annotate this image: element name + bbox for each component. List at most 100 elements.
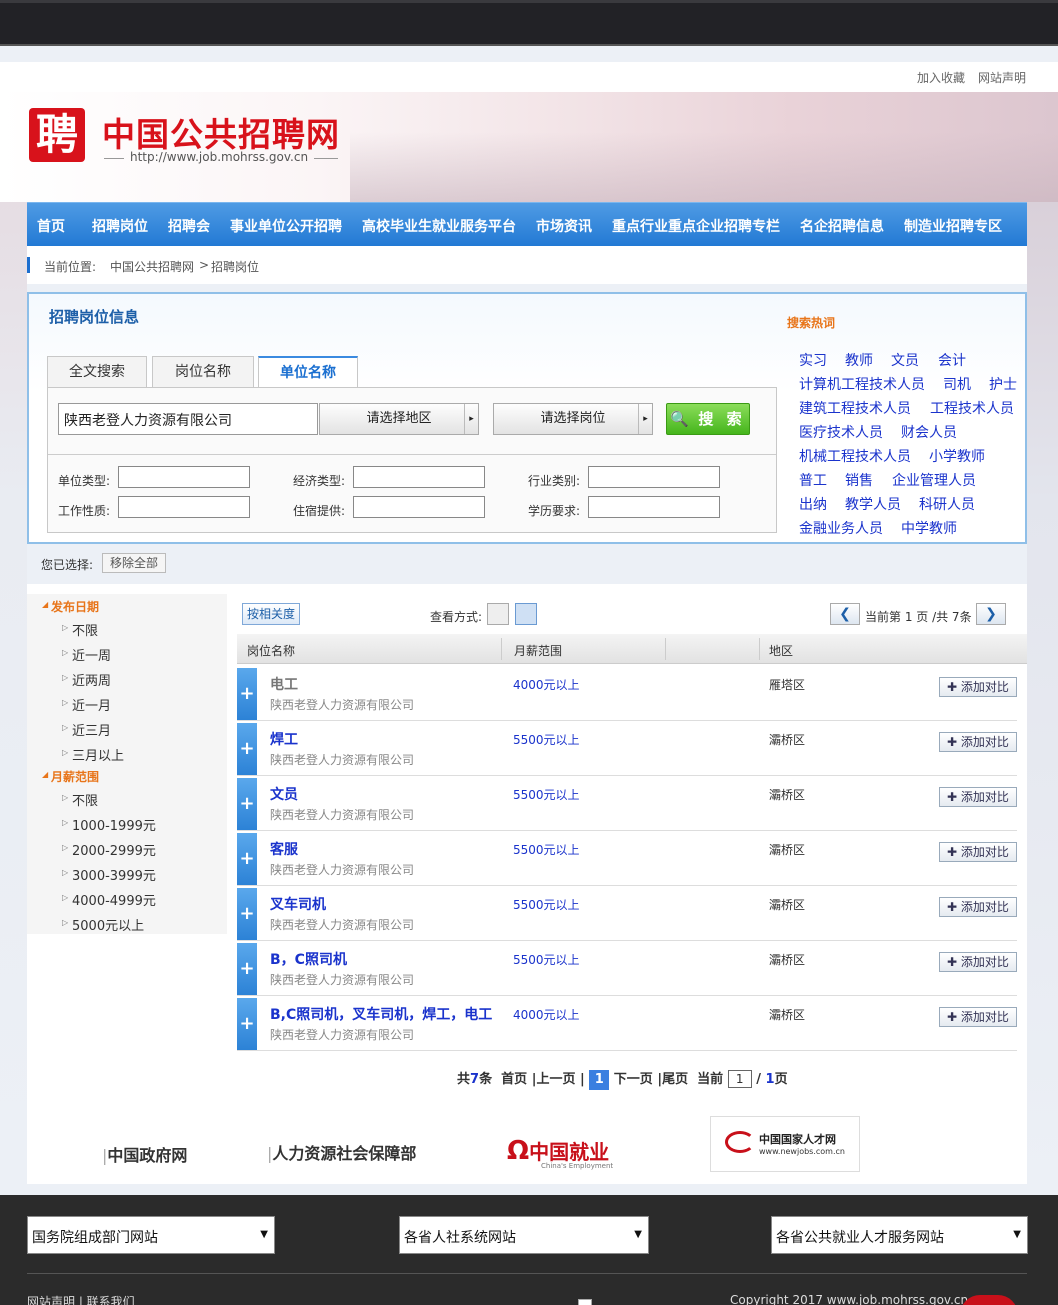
pager-last-link[interactable]: 尾页: [662, 1072, 688, 1087]
detail-view-icon[interactable]: [515, 603, 537, 625]
expand-plus-icon[interactable]: +: [237, 888, 257, 940]
hot-word[interactable]: 财会人员: [901, 422, 957, 442]
region-select-button[interactable]: 请选择地区 ▸: [319, 403, 479, 435]
filter-salary-item[interactable]: ▷ 3000-3999元: [62, 865, 156, 884]
hot-word[interactable]: 护士: [989, 374, 1017, 394]
filter-date-item[interactable]: ▷ 近三月: [62, 720, 111, 739]
job-title-link[interactable]: B，C照司机: [270, 949, 347, 969]
nav-item-manufacturing[interactable]: 制造业招聘专区: [904, 216, 1002, 236]
job-title-link[interactable]: B,C照司机，叉车司机，焊工，电工: [270, 1004, 492, 1024]
expand-plus-icon[interactable]: +: [237, 943, 257, 995]
provincial-hr-sites-select[interactable]: 各省人社系统网站 ▼: [399, 1216, 649, 1254]
filter-date-title[interactable]: ◢ 发布日期: [42, 598, 99, 615]
hot-word[interactable]: 销售: [845, 470, 873, 490]
filter-date-item[interactable]: ▷ 三月以上: [62, 745, 124, 764]
hot-word[interactable]: 出纳: [799, 494, 827, 514]
add-compare-button[interactable]: ✚ 添加对比: [939, 897, 1017, 917]
hot-word[interactable]: 机械工程技术人员: [799, 446, 911, 466]
hot-word[interactable]: 金融业务人员: [799, 518, 883, 538]
hot-word[interactable]: 医疗技术人员: [799, 422, 883, 442]
nav-item-job-fairs[interactable]: 招聘会: [168, 216, 210, 236]
footer-links[interactable]: 网站声明 | 联系我们: [27, 1293, 135, 1305]
housing-field[interactable]: [353, 496, 485, 518]
hot-word[interactable]: 科研人员: [919, 494, 975, 514]
nav-item-home[interactable]: 首页: [37, 216, 65, 236]
provincial-talent-sites-select[interactable]: 各省公共就业人才服务网站 ▼: [771, 1216, 1028, 1254]
hot-word[interactable]: 教师: [845, 350, 873, 370]
link-gov-cn[interactable]: |中国政府网: [102, 1142, 187, 1166]
nav-item-graduates[interactable]: 高校毕业生就业服务平台: [362, 216, 516, 236]
expand-plus-icon[interactable]: +: [237, 668, 257, 720]
list-view-icon[interactable]: [487, 603, 509, 625]
education-field[interactable]: [588, 496, 720, 518]
tab-job-name[interactable]: 岗位名称: [152, 356, 254, 388]
add-compare-button[interactable]: ✚ 添加对比: [939, 952, 1017, 972]
add-compare-button[interactable]: ✚ 添加对比: [939, 787, 1017, 807]
hot-word[interactable]: 普工: [799, 470, 827, 490]
sort-relevance-button[interactable]: 按相关度: [242, 603, 300, 625]
nav-item-famous-companies[interactable]: 名企招聘信息: [800, 216, 884, 236]
expand-plus-icon[interactable]: +: [237, 723, 257, 775]
filter-salary-item[interactable]: ▷ 不限: [62, 790, 98, 809]
hot-word[interactable]: 司机: [943, 374, 971, 394]
logo-icon[interactable]: 聘: [29, 108, 85, 162]
filter-salary-title[interactable]: ◢ 月薪范围: [42, 768, 99, 785]
pager-prev-link[interactable]: 上一页: [536, 1072, 575, 1087]
nav-item-key-industries[interactable]: 重点行业重点企业招聘专栏: [612, 216, 780, 236]
filter-date-item[interactable]: ▷ 近一周: [62, 645, 111, 664]
hot-word[interactable]: 工程技术人员: [930, 398, 1014, 418]
job-title-link[interactable]: 客服: [270, 839, 298, 859]
add-favorite-link[interactable]: 加入收藏: [917, 69, 965, 86]
link-mohrss[interactable]: |人力资源社会保障部: [267, 1140, 416, 1164]
expand-plus-icon[interactable]: +: [237, 833, 257, 885]
filter-salary-item[interactable]: ▷ 2000-2999元: [62, 840, 156, 859]
page-jump-input[interactable]: 1: [727, 1070, 752, 1088]
nav-item-jobs[interactable]: 招聘岗位: [92, 216, 148, 236]
add-compare-button[interactable]: ✚ 添加对比: [939, 1007, 1017, 1027]
breadcrumb-home-link[interactable]: 中国公共招聘网: [110, 258, 194, 275]
hot-word[interactable]: 企业管理人员: [892, 470, 976, 490]
hot-word[interactable]: 计算机工程技术人员: [799, 374, 925, 394]
link-china-employment[interactable]: Ω中国就业 China's Employment: [507, 1136, 613, 1170]
pager-current-page[interactable]: 1: [589, 1070, 610, 1090]
keyword-input[interactable]: 陕西老登人力资源有限公司: [58, 403, 318, 435]
hot-word[interactable]: 中学教师: [901, 518, 957, 538]
job-title-link[interactable]: 叉车司机: [270, 894, 326, 914]
post-select-button[interactable]: 请选择岗位 ▸: [493, 403, 653, 435]
hot-word[interactable]: 小学教师: [929, 446, 985, 466]
state-council-sites-select[interactable]: 国务院组成部门网站 ▼: [27, 1216, 275, 1254]
add-compare-button[interactable]: ✚ 添加对比: [939, 732, 1017, 752]
add-compare-button[interactable]: ✚ 添加对比: [939, 842, 1017, 862]
pager-next-link[interactable]: 下一页: [614, 1072, 653, 1087]
site-logo-name[interactable]: 中国公共招聘网: [102, 108, 340, 156]
next-page-button[interactable]: ❯: [976, 603, 1006, 625]
tab-full-text[interactable]: 全文搜索: [47, 356, 147, 388]
clear-all-button[interactable]: 移除全部: [102, 553, 166, 573]
unit-type-field[interactable]: [118, 466, 250, 488]
hot-word[interactable]: 实习: [799, 350, 827, 370]
add-compare-button[interactable]: ✚ 添加对比: [939, 677, 1017, 697]
nav-item-market-news[interactable]: 市场资讯: [536, 216, 592, 236]
hot-word[interactable]: 教学人员: [845, 494, 901, 514]
filter-salary-item[interactable]: ▷ 5000元以上: [62, 915, 144, 934]
nav-item-public-institutions[interactable]: 事业单位公开招聘: [230, 216, 342, 236]
job-title-link[interactable]: 焊工: [270, 729, 298, 749]
econ-type-field[interactable]: [353, 466, 485, 488]
filter-date-item[interactable]: ▷ 近一月: [62, 695, 111, 714]
expand-plus-icon[interactable]: +: [237, 998, 257, 1050]
industry-field[interactable]: [588, 466, 720, 488]
job-title-link[interactable]: 电工: [270, 674, 298, 694]
filter-salary-item[interactable]: ▷ 4000-4999元: [62, 890, 156, 909]
hot-word[interactable]: 文员: [891, 350, 919, 370]
job-nature-field[interactable]: [118, 496, 250, 518]
link-national-talent[interactable]: 中国国家人才网 www.newjobs.com.cn: [710, 1116, 860, 1172]
pager-first-link[interactable]: 首页: [501, 1072, 527, 1087]
expand-plus-icon[interactable]: +: [237, 778, 257, 830]
tab-company-name[interactable]: 单位名称: [258, 356, 358, 388]
filter-date-item[interactable]: ▷ 近两周: [62, 670, 111, 689]
filter-date-item[interactable]: ▷ 不限: [62, 620, 98, 639]
job-title-link[interactable]: 文员: [270, 784, 298, 804]
hot-word[interactable]: 会计: [938, 350, 966, 370]
filter-salary-item[interactable]: ▷ 1000-1999元: [62, 815, 156, 834]
hot-word[interactable]: 建筑工程技术人员: [799, 398, 911, 418]
